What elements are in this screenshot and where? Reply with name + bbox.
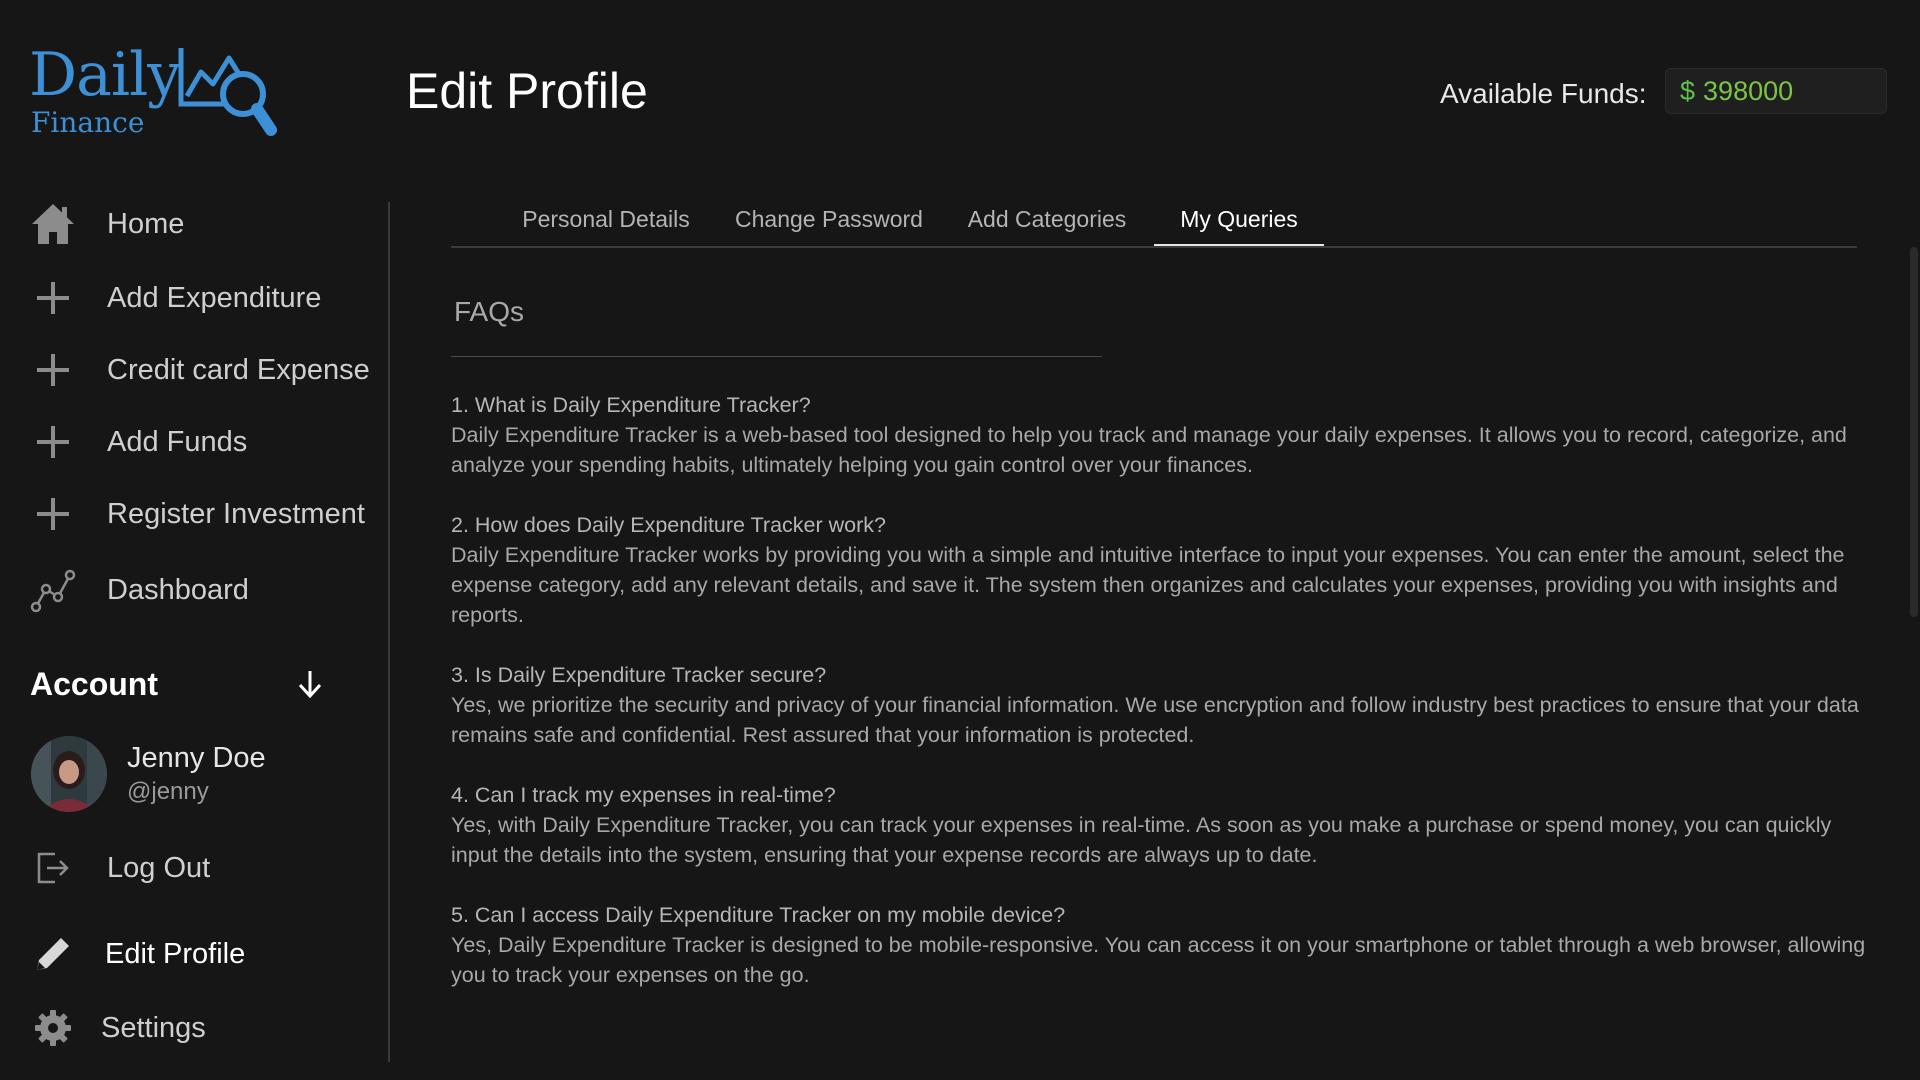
logo-wordmark: Daily [29,40,181,110]
faq-item: 1. What is Daily Expenditure Tracker? Da… [451,390,1881,480]
plus-icon [29,490,77,538]
available-funds-label: Available Funds: [1440,78,1647,109]
faq-question: 2. How does Daily Expenditure Tracker wo… [451,513,886,537]
logout-label: Log Out [107,851,211,884]
chart-line-icon [29,566,77,614]
pencil-icon [29,930,77,978]
faq-item: 3. Is Daily Expenditure Tracker secure? … [451,660,1881,750]
currency-symbol: $ [1680,75,1696,106]
user-profile-card[interactable]: Jenny Doe @jenny [31,736,266,812]
tab-change-password[interactable]: Change Password [731,202,927,246]
sidebar-item-edit-profile[interactable]: Edit Profile [29,930,245,978]
tab-personal-details[interactable]: Personal Details [511,202,701,246]
logout-button[interactable]: Log Out [29,844,210,892]
sidebar-item-add-expenditure[interactable]: Add Expenditure [29,274,321,322]
faq-question: 1. What is Daily Expenditure Tracker? [451,393,811,417]
plus-icon [29,274,77,322]
tab-my-queries[interactable]: My Queries [1154,202,1324,246]
sidebar-item-register-investment[interactable]: Register Investment [29,490,365,538]
account-label: Account [30,665,158,702]
app-logo[interactable]: Daily Finance [29,40,279,150]
sidebar-item-add-funds[interactable]: Add Funds [29,418,247,466]
home-icon [29,200,77,248]
sidebar-item-label: Register Investment [107,497,365,530]
user-handle: @jenny [127,778,209,805]
arrow-down-icon[interactable] [290,664,330,704]
faq-question: 3. Is Daily Expenditure Tracker secure? [451,663,827,687]
faq-answer: Yes, Daily Expenditure Tracker is design… [451,933,1866,987]
profile-tabs: Personal Details Change Password Add Cat… [451,202,1857,248]
faq-list: 1. What is Daily Expenditure Tracker? Da… [451,390,1881,1020]
sidebar-item-label: Add Expenditure [107,281,322,314]
sidebar-item-dashboard[interactable]: Dashboard [29,566,249,614]
faq-answer: Daily Expenditure Tracker is a web-based… [451,423,1847,477]
content-scrollbar[interactable] [1910,247,1918,617]
faq-answer: Yes, we prioritize the security and priv… [451,693,1859,747]
faq-answer: Yes, with Daily Expenditure Tracker, you… [451,813,1832,867]
sidebar-item-label: Credit card Expense [107,353,370,386]
available-funds-display: $ 398000 [1665,68,1887,114]
gear-icon [29,1004,77,1052]
faq-answer: Daily Expenditure Tracker works by provi… [451,543,1845,627]
account-section-header[interactable]: Account [30,660,330,708]
sidebar-item-home[interactable]: Home [29,200,184,248]
faq-question: 5. Can I access Daily Expenditure Tracke… [451,903,1066,927]
chart-magnifier-icon [178,48,277,136]
sidebar-item-label: Edit Profile [105,937,246,970]
page-title: Edit Profile [406,63,648,119]
faq-title: FAQs [454,296,525,327]
faq-item: 4. Can I track my expenses in real-time?… [451,780,1881,870]
sidebar-item-settings[interactable]: Settings [29,1004,206,1052]
sidebar-item-label: Dashboard [107,573,249,606]
avatar [31,736,107,812]
tab-add-categories[interactable]: Add Categories [957,202,1137,246]
sidebar-divider [388,202,390,1062]
sidebar-item-label: Settings [101,1011,206,1044]
available-funds-value: 398000 [1703,75,1794,106]
sidebar-item-credit-card-expense[interactable]: Credit card Expense [29,346,370,394]
faq-item: 2. How does Daily Expenditure Tracker wo… [451,510,1881,630]
sidebar-item-label: Home [107,207,185,240]
faq-divider [451,356,1102,357]
plus-icon [29,346,77,394]
plus-icon [29,418,77,466]
logout-icon [29,844,77,892]
faq-item: 5. Can I access Daily Expenditure Tracke… [451,900,1881,990]
faq-question: 4. Can I track my expenses in real-time? [451,783,836,807]
logo-subtitle: Finance [31,106,145,139]
user-name: Jenny Doe [127,742,266,774]
sidebar-item-label: Add Funds [107,425,248,458]
